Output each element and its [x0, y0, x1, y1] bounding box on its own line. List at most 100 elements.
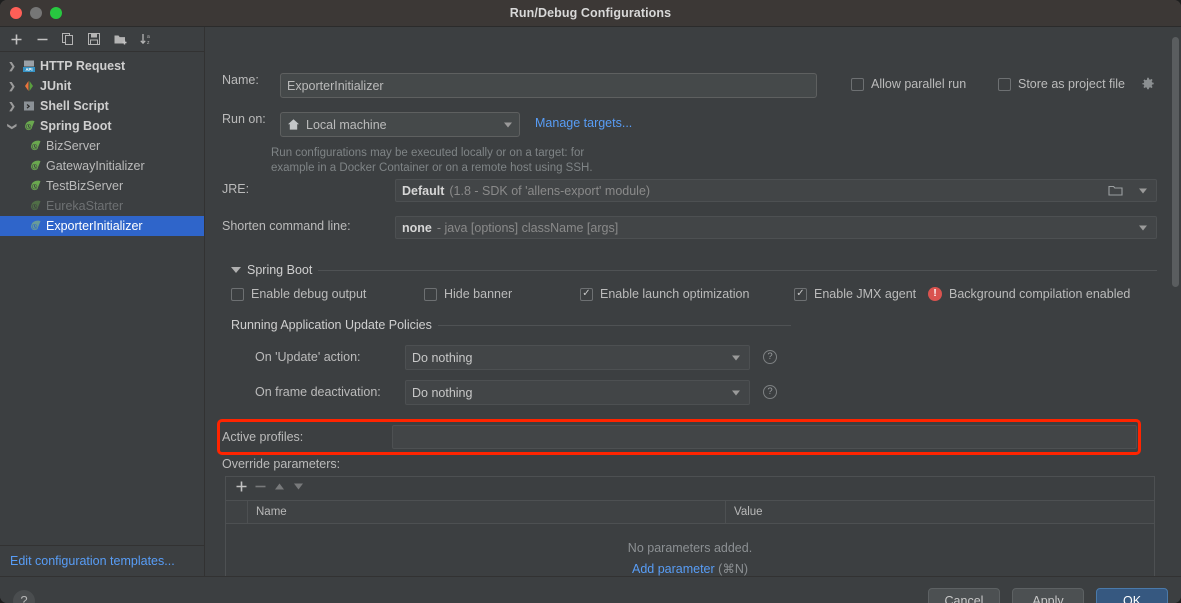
tree-item-junit[interactable]: ❯ JUnit	[0, 76, 204, 96]
allow-parallel-run-checkbox[interactable]: Allow parallel run	[851, 77, 966, 91]
edit-configuration-templates-link[interactable]: Edit configuration templates...	[10, 554, 175, 568]
zoom-button[interactable]	[50, 7, 62, 19]
tree-item-exporterinitializer[interactable]: ExporterInitializer	[0, 216, 204, 236]
add-parameter-button[interactable]	[235, 480, 248, 498]
home-icon	[287, 118, 300, 131]
close-button[interactable]	[10, 7, 22, 19]
dialog-body: az ❯ API HTTP Request ❯ JUnit ❯ Shell Sc…	[0, 27, 1181, 576]
tree-item-testbizserver[interactable]: TestBizServer	[0, 176, 204, 196]
parameters-table-header: Name Value	[226, 501, 1154, 524]
chevron-down-icon[interactable]	[1139, 225, 1147, 230]
checkbox-box[interactable]	[424, 287, 437, 301]
run-on-combobox[interactable]: Local machine	[280, 112, 520, 137]
move-up-button[interactable]	[273, 480, 286, 498]
configurations-tree: ❯ API HTTP Request ❯ JUnit ❯ Shell Scrip…	[0, 52, 204, 545]
tree-item-gatewayinitializer[interactable]: GatewayInitializer	[0, 156, 204, 176]
column-header-name[interactable]: Name	[248, 501, 726, 523]
spring-boot-section-header[interactable]: Spring Boot	[231, 263, 1157, 277]
no-parameters-text: No parameters added.	[627, 541, 753, 555]
chevron-down-icon[interactable]: ❯	[8, 118, 18, 134]
help-icon[interactable]: ?	[763, 350, 777, 364]
sort-alphabetically-button[interactable]: az	[134, 28, 158, 50]
checkbox-box[interactable]	[851, 77, 864, 91]
remove-configuration-button[interactable]	[30, 28, 54, 50]
shorten-command-line-label: Shorten command line:	[222, 219, 351, 233]
manage-targets-link[interactable]: Manage targets...	[535, 116, 632, 130]
tree-item-label: BizServer	[46, 139, 101, 153]
on-update-action-combobox[interactable]: Do nothing	[405, 345, 750, 370]
help-button[interactable]: ?	[13, 589, 35, 603]
row-gutter-header	[226, 501, 248, 523]
configuration-editor-panel: Name: ExporterInitializer Allow parallel…	[205, 27, 1181, 576]
chevron-down-icon[interactable]	[732, 355, 740, 360]
ok-button[interactable]: OK	[1096, 588, 1168, 603]
folder-icon[interactable]	[1108, 184, 1123, 200]
column-header-value[interactable]: Value	[726, 501, 1154, 523]
main-scrollbar-thumb[interactable]	[1172, 37, 1179, 287]
gear-icon[interactable]	[1141, 77, 1155, 96]
chevron-down-icon[interactable]	[732, 390, 740, 395]
on-frame-deactivation-combobox[interactable]: Do nothing	[405, 380, 750, 405]
enable-launch-optimization-checkbox[interactable]: ✓ Enable launch optimization	[580, 287, 749, 301]
tree-item-label: ExporterInitializer	[46, 219, 143, 233]
run-debug-configurations-dialog: Run/Debug Configurations a z ❯ API HTTP …	[0, 0, 1181, 603]
copy-configuration-button[interactable]	[56, 28, 80, 50]
checkbox-box[interactable]	[998, 77, 1011, 91]
add-parameter-link[interactable]: Add parameter	[632, 562, 715, 576]
enable-debug-output-checkbox[interactable]: Enable debug output	[231, 287, 366, 301]
shorten-command-line-combobox[interactable]: none - java [options] className [args]	[395, 216, 1157, 239]
chevron-down-icon[interactable]	[231, 267, 241, 273]
help-icon[interactable]: ?	[763, 385, 777, 399]
section-divider	[437, 324, 791, 326]
store-as-project-file-checkbox[interactable]: Store as project file	[998, 77, 1125, 91]
tree-item-bizserver[interactable]: BizServer	[0, 136, 204, 156]
name-label: Name:	[222, 73, 259, 87]
svg-text:z: z	[147, 40, 150, 46]
active-profiles-row: Active profiles:	[222, 430, 303, 444]
parameters-table-toolbar	[226, 477, 1154, 501]
save-configuration-button[interactable]	[82, 28, 106, 50]
run-on-hint-line2: example in a Docker Container or on a re…	[271, 162, 593, 174]
chevron-right-icon[interactable]: ❯	[4, 81, 20, 91]
chevron-down-icon[interactable]	[1139, 188, 1147, 193]
jre-value-detail: (1.8 - SDK of 'allens-export' module)	[449, 183, 651, 198]
spring-boot-icon	[26, 159, 44, 173]
shorten-command-line-row: Shorten command line:	[222, 219, 351, 233]
remove-parameter-button[interactable]	[254, 480, 267, 498]
apply-button[interactable]: Apply	[1012, 588, 1084, 603]
shorten-value-detail: - java [options] className [args]	[436, 220, 619, 235]
checkbox-box[interactable]	[231, 287, 244, 301]
dialog-buttons: Cancel Apply OK	[928, 588, 1168, 603]
cancel-button[interactable]: Cancel	[928, 588, 1000, 603]
hide-banner-checkbox[interactable]: Hide banner	[424, 287, 512, 301]
run-on-label: Run on:	[222, 112, 266, 126]
checkbox-box[interactable]: ✓	[794, 287, 807, 301]
chevron-down-icon[interactable]	[504, 122, 512, 127]
tree-item-http-request[interactable]: ❯ API HTTP Request	[0, 56, 204, 76]
sidebar-footer: Edit configuration templates...	[0, 545, 204, 576]
active-profiles-input[interactable]	[392, 425, 1137, 449]
main-scrollbar[interactable]	[1171, 27, 1180, 576]
tree-item-eurekastarter[interactable]: EurekaStarter	[0, 196, 204, 216]
active-profiles-label: Active profiles:	[222, 430, 304, 444]
minimize-button[interactable]	[30, 7, 42, 19]
checkbox-box[interactable]: ✓	[580, 287, 593, 301]
chevron-right-icon[interactable]: ❯	[4, 61, 20, 71]
add-configuration-button[interactable]	[4, 28, 28, 50]
new-folder-button[interactable]	[108, 28, 132, 50]
on-frame-deactivation-value: Do nothing	[412, 385, 473, 400]
update-policies-title: Running Application Update Policies	[231, 318, 432, 332]
on-update-action-value: Do nothing	[412, 350, 473, 365]
enable-jmx-agent-checkbox[interactable]: ✓ Enable JMX agent	[794, 287, 916, 301]
move-down-button[interactable]	[292, 480, 305, 498]
name-input[interactable]: ExporterInitializer	[280, 73, 817, 98]
tree-item-shell-script[interactable]: ❯ Shell Script	[0, 96, 204, 116]
background-compilation-warning-label: Background compilation enabled	[949, 287, 1131, 301]
update-policies-section-header: Running Application Update Policies	[231, 318, 791, 332]
chevron-right-icon[interactable]: ❯	[4, 101, 20, 111]
jre-combobox[interactable]: Default (1.8 - SDK of 'allens-export' mo…	[395, 179, 1157, 202]
tree-item-spring-boot[interactable]: ❯ Spring Boot	[0, 116, 204, 136]
override-parameters-row: Override parameters:	[222, 457, 340, 471]
spring-boot-icon	[20, 119, 38, 133]
name-row: Name:	[222, 73, 259, 87]
